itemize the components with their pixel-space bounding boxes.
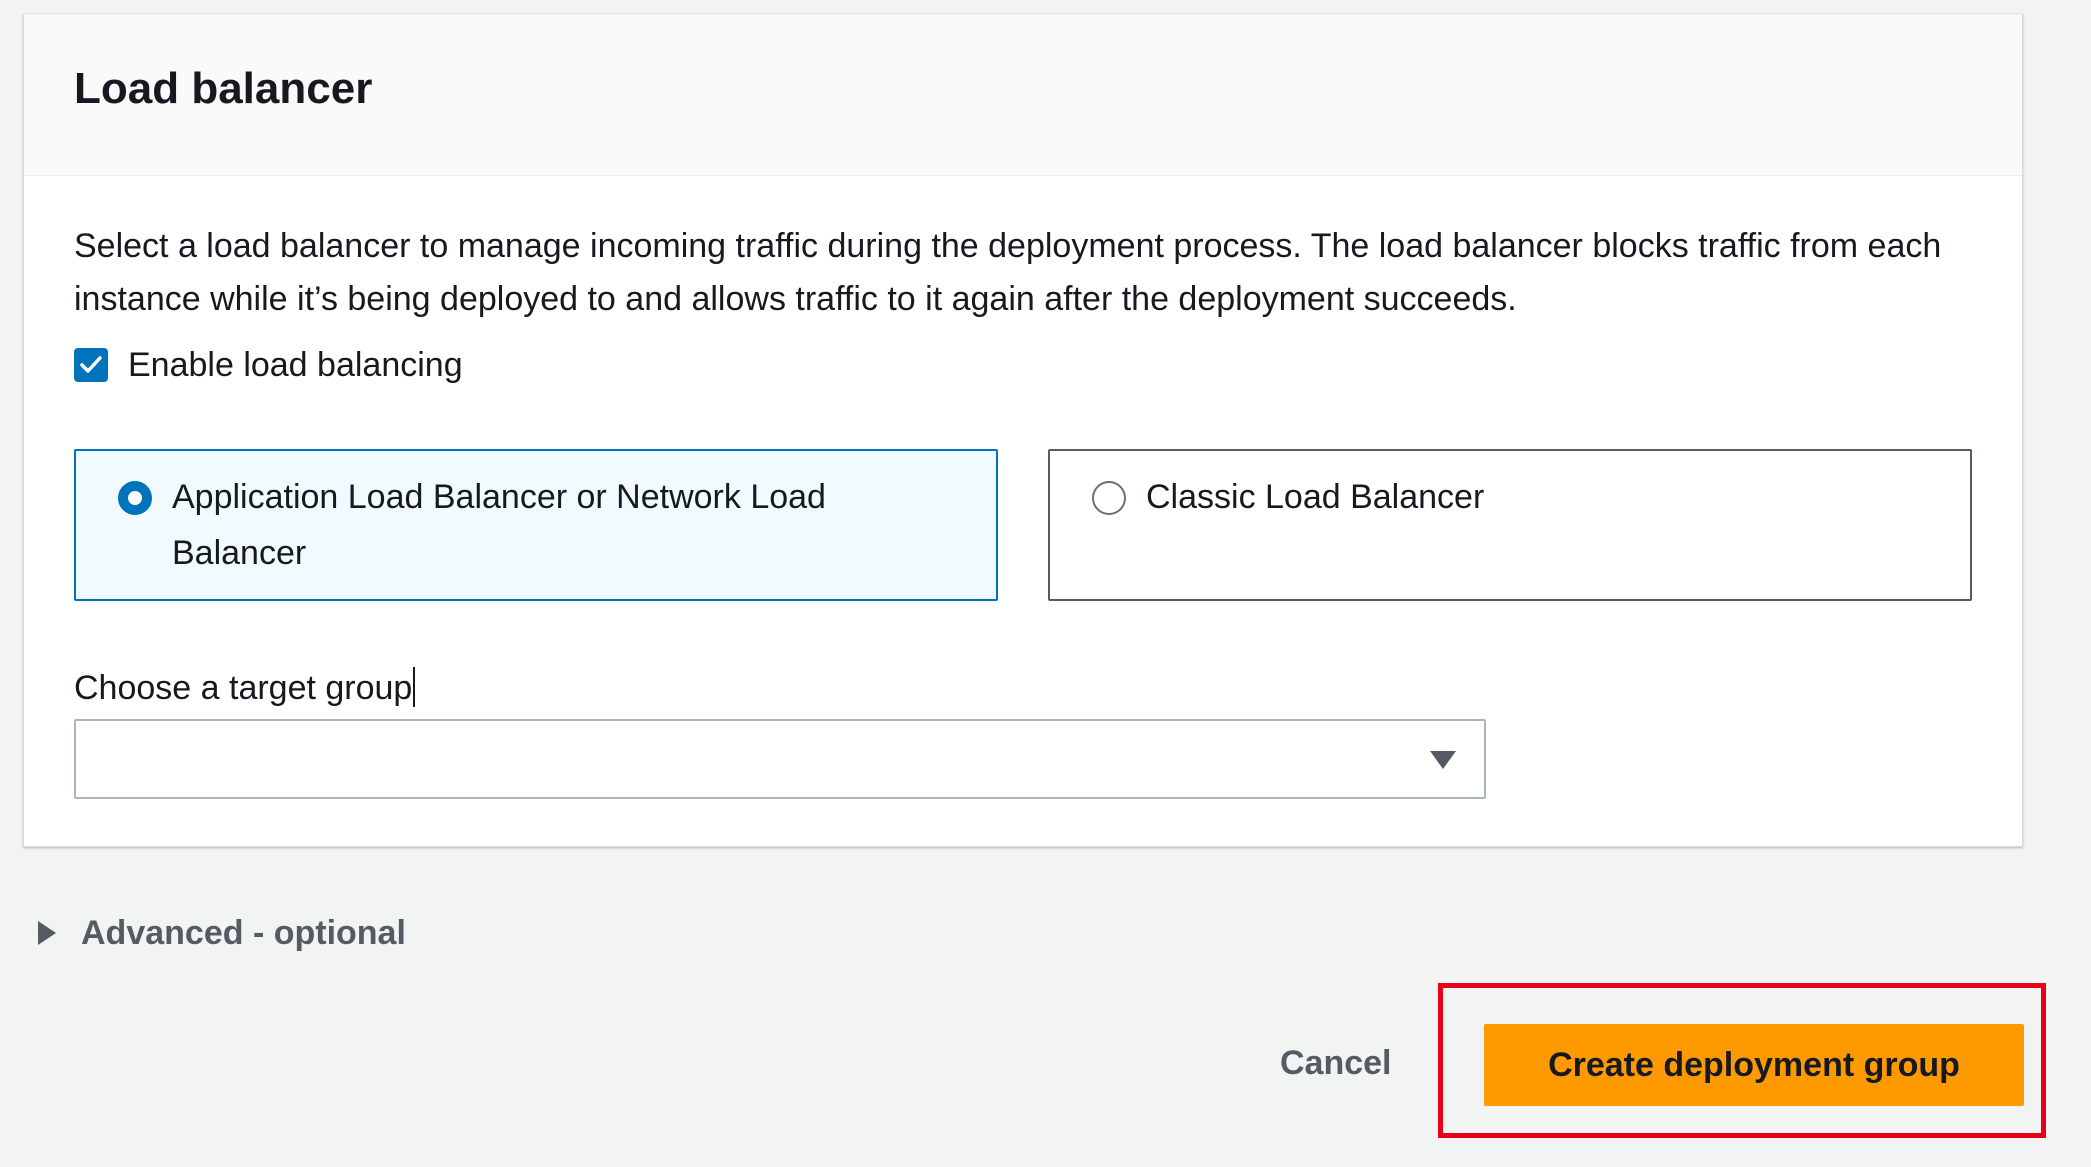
text-cursor xyxy=(413,667,416,707)
radio-selected-icon[interactable] xyxy=(118,481,152,515)
option-label: Classic Load Balancer xyxy=(1146,478,1485,516)
caret-right-icon xyxy=(38,921,56,945)
cancel-button[interactable]: Cancel xyxy=(1280,1040,1392,1086)
target-group-label: Choose a target group xyxy=(74,665,416,711)
enable-load-balancing-label: Enable load balancing xyxy=(128,346,463,384)
option-application-network-load-balancer[interactable]: Application Load Balancer or Network Loa… xyxy=(74,449,998,601)
load-balancer-panel: Load balancer Select a load balancer to … xyxy=(23,13,2023,847)
panel-header: Load balancer xyxy=(24,15,2022,176)
advanced-optional-label: Advanced - optional xyxy=(81,914,406,952)
caret-down-icon xyxy=(1430,751,1456,769)
panel-description: Select a load balancer to manage incomin… xyxy=(74,227,1942,318)
option-label: Application Load Balancer or Network Loa… xyxy=(172,478,826,572)
create-deployment-group-button[interactable]: Create deployment group xyxy=(1484,1024,2024,1106)
enable-load-balancing-checkbox[interactable]: Enable load balancing xyxy=(74,342,463,388)
panel-title: Load balancer xyxy=(74,64,373,113)
checkbox-checked-icon[interactable] xyxy=(74,348,108,382)
advanced-optional-expander[interactable]: Advanced - optional xyxy=(38,910,406,956)
radio-unselected-icon[interactable] xyxy=(1092,481,1126,515)
target-group-label-text: Choose a target group xyxy=(74,669,413,707)
target-group-select[interactable] xyxy=(74,719,1486,799)
option-classic-load-balancer[interactable]: Classic Load Balancer xyxy=(1048,449,1972,601)
